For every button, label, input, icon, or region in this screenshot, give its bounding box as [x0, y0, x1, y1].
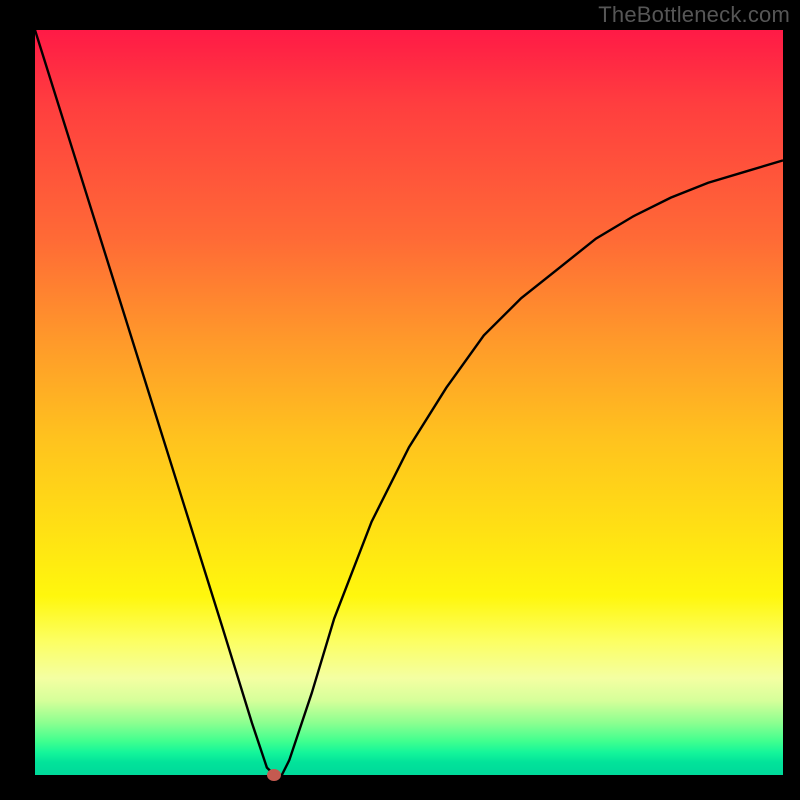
chart-outer-frame: TheBottleneck.com: [0, 0, 800, 800]
optimal-point-marker: [267, 769, 281, 781]
chart-plot-area: [35, 30, 783, 775]
watermark-text: TheBottleneck.com: [598, 2, 790, 28]
bottleneck-curve-svg: [35, 30, 783, 775]
bottleneck-curve-path: [35, 30, 783, 775]
